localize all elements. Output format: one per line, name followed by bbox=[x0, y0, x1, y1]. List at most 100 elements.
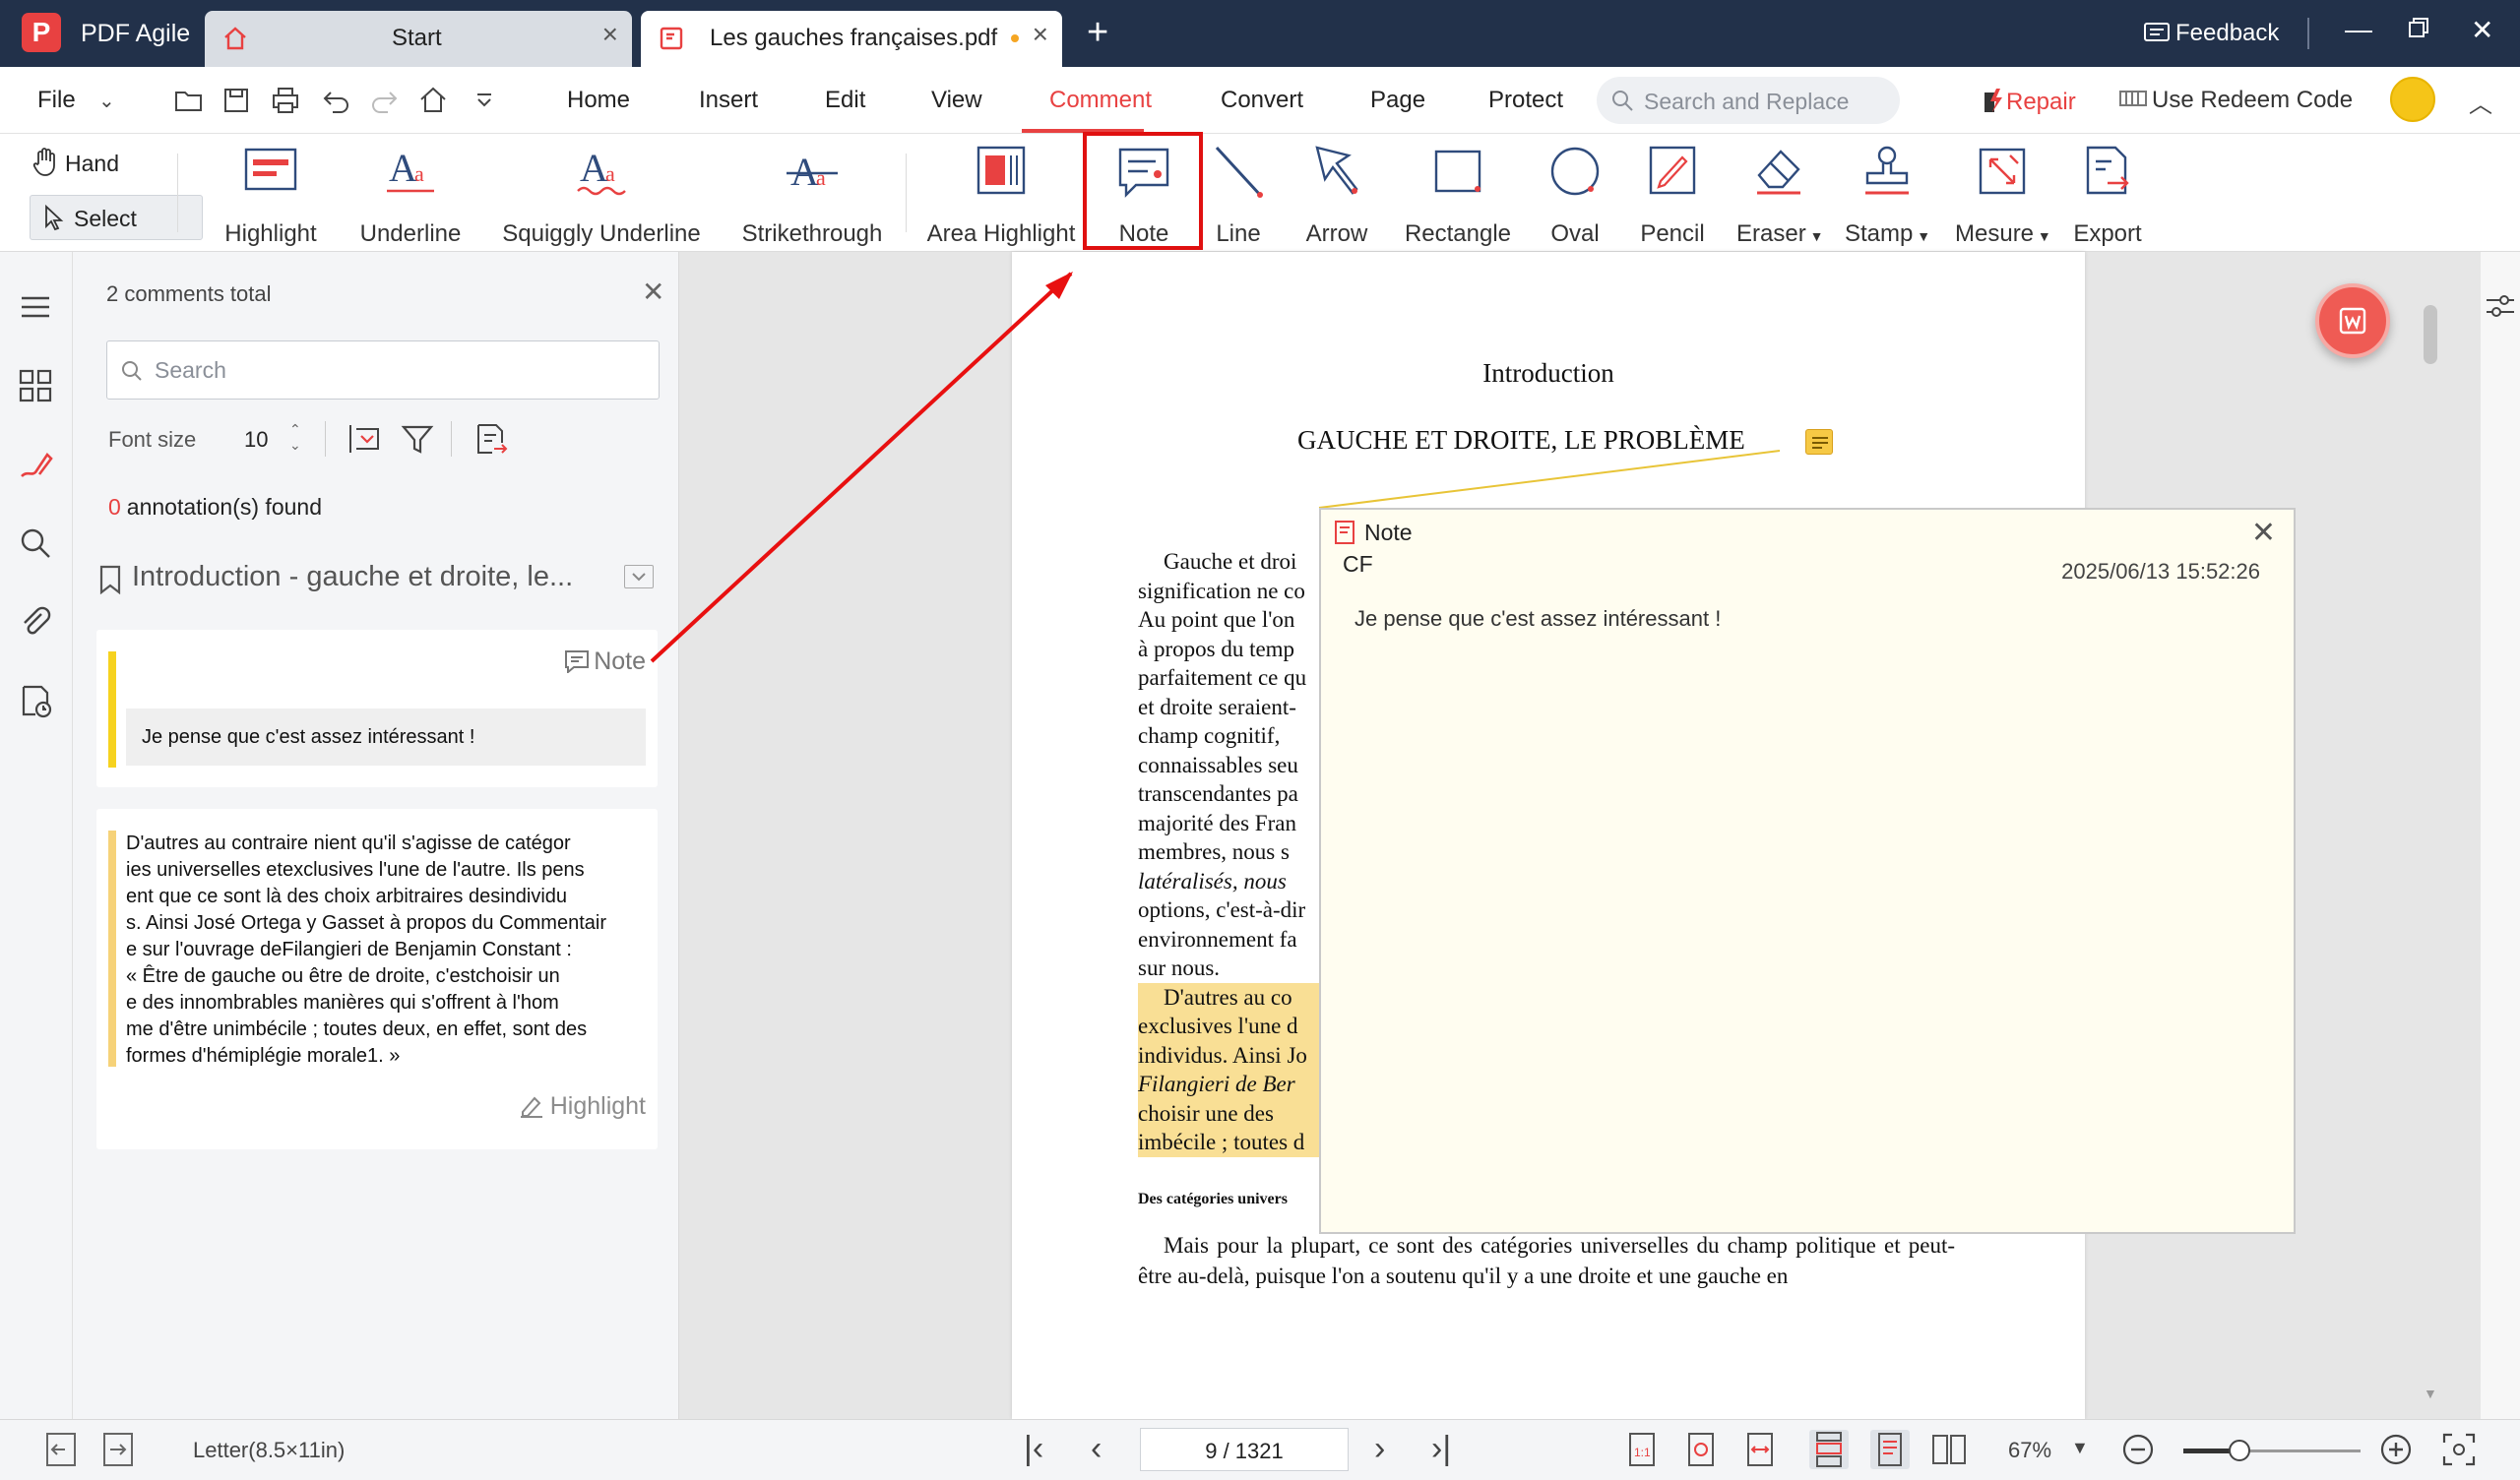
redo-icon[interactable] bbox=[368, 85, 400, 116]
line-tool[interactable]: Line bbox=[1209, 142, 1268, 248]
zoom-in-icon[interactable] bbox=[2376, 1430, 2416, 1469]
close-icon[interactable]: ✕ bbox=[642, 276, 664, 308]
mesure-tool[interactable]: Mesure ▼ bbox=[1955, 142, 2051, 248]
menu-tab-home[interactable]: Home bbox=[567, 87, 630, 114]
highlighted-text[interactable]: D'autres au co bbox=[1138, 982, 1335, 1012]
note-content[interactable]: Je pense que c'est assez intéressant ! bbox=[126, 709, 646, 766]
home-icon[interactable] bbox=[417, 85, 449, 116]
menu-tab-view[interactable]: View bbox=[931, 87, 982, 114]
area-highlight-tool[interactable]: Area Highlight bbox=[923, 142, 1079, 248]
highlighted-text[interactable]: individus. Ainsi Jo bbox=[1138, 1040, 1335, 1070]
highlight-tool[interactable]: Highlight bbox=[219, 142, 323, 248]
thumbnails-icon[interactable] bbox=[18, 368, 53, 403]
menu-icon[interactable] bbox=[18, 289, 53, 325]
comments-pen-icon[interactable] bbox=[18, 447, 53, 482]
feedback-label: Feedback bbox=[2175, 20, 2280, 46]
note-marker-icon[interactable] bbox=[1805, 429, 1833, 455]
menu-tab-convert[interactable]: Convert bbox=[1221, 87, 1303, 114]
export-tool[interactable]: Export bbox=[2071, 142, 2144, 248]
first-page-icon[interactable]: |‹ bbox=[1024, 1430, 1043, 1468]
highlighted-text[interactable]: imbécile ; toutes d bbox=[1138, 1128, 1335, 1157]
arrow-tool[interactable]: Arrow bbox=[1297, 142, 1376, 248]
previous-page-icon[interactable]: ‹ bbox=[1091, 1430, 1102, 1468]
search-replace-input[interactable]: Search and Replace bbox=[1597, 77, 1900, 124]
section-collapse-toggle[interactable] bbox=[624, 565, 654, 588]
history-icon[interactable] bbox=[18, 683, 53, 718]
actual-size-icon[interactable]: 1:1 bbox=[1622, 1430, 1662, 1469]
stamp-tool[interactable]: Stamp ▼ bbox=[1845, 142, 1930, 248]
zoom-out-icon[interactable] bbox=[2118, 1430, 2158, 1469]
collapse-ribbon-icon[interactable]: ︿ bbox=[2469, 85, 2492, 119]
underline-tool[interactable]: Aa Underline bbox=[356, 142, 465, 248]
menu-file[interactable]: File bbox=[37, 87, 76, 114]
repair-button[interactable]: Repair bbox=[1981, 87, 2076, 116]
single-page-icon[interactable] bbox=[1870, 1430, 1910, 1469]
user-avatar[interactable] bbox=[2390, 77, 2435, 122]
popup-text[interactable]: Je pense que c'est assez intéressant ! bbox=[1354, 606, 1721, 632]
highlighted-text[interactable]: Filangieri de Ber bbox=[1138, 1070, 1335, 1099]
minimize-icon[interactable]: — bbox=[2345, 14, 2372, 45]
page-number-input[interactable]: 9 / 1321 bbox=[1140, 1428, 1349, 1471]
menu-tab-edit[interactable]: Edit bbox=[825, 87, 865, 114]
fullscreen-icon[interactable] bbox=[2439, 1430, 2479, 1469]
open-folder-icon[interactable] bbox=[173, 85, 205, 116]
close-icon[interactable]: × bbox=[1033, 19, 1048, 50]
comments-search-input[interactable]: Search bbox=[106, 340, 660, 400]
oval-tool[interactable]: Oval bbox=[1545, 142, 1605, 248]
pencil-tool[interactable]: Pencil bbox=[1638, 142, 1707, 248]
sidebar-expand-icon[interactable] bbox=[98, 1430, 138, 1469]
customize-chevron-icon[interactable] bbox=[469, 85, 500, 116]
chevron-down-icon[interactable]: ▼ bbox=[2071, 1438, 2089, 1458]
feedback-button[interactable]: Feedback bbox=[2144, 20, 2279, 47]
undo-icon[interactable] bbox=[321, 85, 352, 116]
section-title[interactable]: Introduction - gauche et droite, le... bbox=[132, 561, 573, 593]
new-tab-plus-icon[interactable]: + bbox=[1087, 12, 1108, 54]
fit-width-icon[interactable] bbox=[1740, 1430, 1780, 1469]
vertical-scrollbar-thumb[interactable] bbox=[2424, 305, 2437, 364]
zoom-level[interactable]: 67% bbox=[2008, 1438, 2051, 1463]
menu-tab-page[interactable]: Page bbox=[1370, 87, 1425, 114]
note-comment-card[interactable]: Note Je pense que c'est assez intéressan… bbox=[96, 630, 658, 787]
menu-tab-protect[interactable]: Protect bbox=[1488, 87, 1563, 114]
export-comments-icon[interactable] bbox=[472, 421, 508, 457]
highlighted-text[interactable]: choisir une des bbox=[1138, 1098, 1335, 1128]
close-window-icon[interactable]: ✕ bbox=[2471, 14, 2493, 46]
next-page-icon[interactable]: › bbox=[1374, 1430, 1385, 1468]
attachment-icon[interactable] bbox=[18, 604, 53, 640]
tab-start[interactable]: Start × bbox=[205, 11, 632, 67]
fit-page-icon[interactable] bbox=[1681, 1430, 1721, 1469]
search-icon[interactable] bbox=[18, 525, 53, 561]
repair-icon bbox=[1984, 89, 2002, 112]
filter-icon[interactable] bbox=[400, 421, 435, 457]
squiggly-underline-tool[interactable]: Aa Squiggly Underline bbox=[498, 142, 705, 248]
zoom-slider-handle[interactable] bbox=[2228, 1440, 2250, 1461]
menu-tab-comment[interactable]: Comment bbox=[1049, 87, 1152, 114]
print-icon[interactable] bbox=[270, 85, 301, 116]
hand-tool-button[interactable]: Hand bbox=[30, 146, 119, 187]
highlighted-text[interactable]: exclusives l'une d bbox=[1138, 1012, 1335, 1041]
font-size-value[interactable]: 10 bbox=[244, 427, 268, 453]
close-icon[interactable]: ✕ bbox=[2251, 516, 2276, 550]
note-popup[interactable]: Note ✕ CF 2025/06/13 15:52:26 Je pense q… bbox=[1319, 508, 2296, 1234]
last-page-icon[interactable]: ›| bbox=[1431, 1430, 1451, 1468]
save-icon[interactable] bbox=[220, 85, 252, 116]
close-icon[interactable]: × bbox=[602, 19, 618, 50]
area-highlight-label: Area Highlight bbox=[926, 220, 1076, 247]
two-page-icon[interactable] bbox=[1929, 1430, 1969, 1469]
collapse-all-icon[interactable] bbox=[346, 421, 382, 457]
font-size-stepper[interactable]: ⌃ ⌄ bbox=[289, 421, 301, 453]
redeem-code-button[interactable]: Use Redeem Code bbox=[2118, 87, 2353, 114]
sidebar-collapse-icon[interactable] bbox=[41, 1430, 81, 1469]
menu-tab-insert[interactable]: Insert bbox=[699, 87, 758, 114]
chevron-down-icon[interactable]: ⌄ bbox=[98, 89, 115, 113]
settings-sliders-icon[interactable] bbox=[2485, 291, 2516, 321]
tab-document[interactable]: Les gauches françaises.pdf × bbox=[641, 11, 1062, 67]
strikethrough-tool[interactable]: Aa Strikethrough bbox=[740, 142, 884, 248]
highlight-comment-card[interactable]: D'autres au contraire nient qu'il s'agis… bbox=[96, 809, 658, 1149]
scroll-down-arrow-icon[interactable]: ▼ bbox=[2424, 1386, 2437, 1401]
continuous-view-icon[interactable] bbox=[1809, 1430, 1849, 1469]
rectangle-tool[interactable]: Rectangle bbox=[1404, 142, 1512, 248]
eraser-tool[interactable]: Eraser ▼ bbox=[1736, 142, 1823, 248]
restore-icon[interactable] bbox=[2408, 14, 2429, 45]
floating-convert-button[interactable] bbox=[2315, 283, 2390, 358]
